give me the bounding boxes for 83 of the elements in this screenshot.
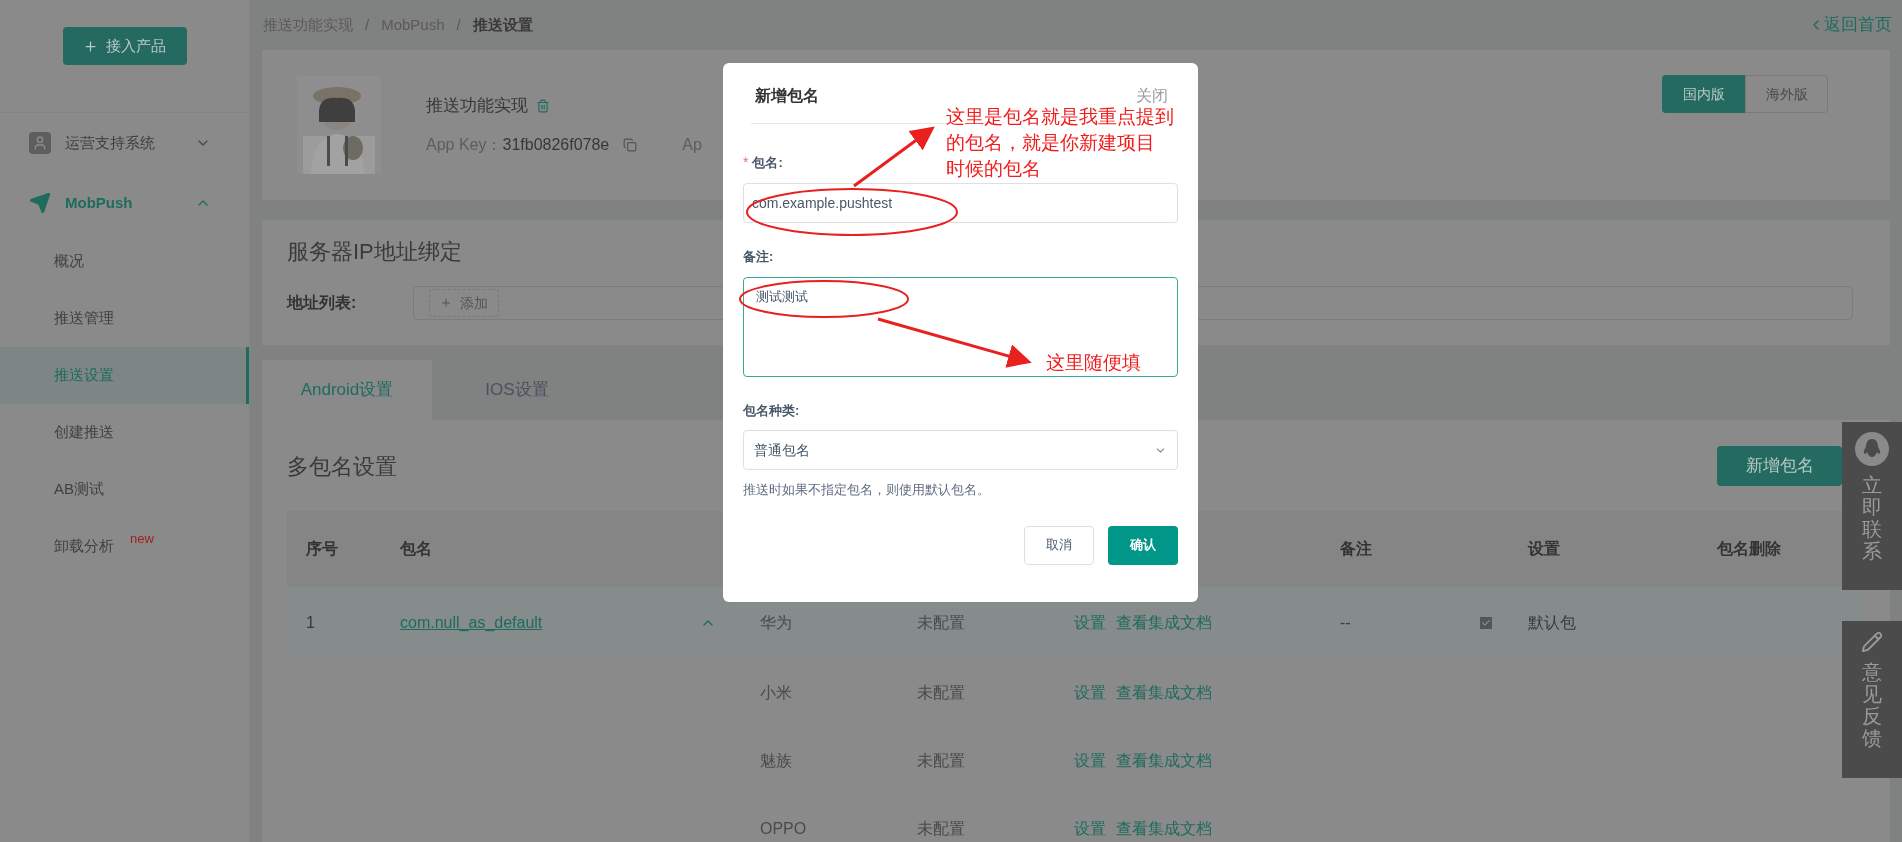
note-value: 测试测试 xyxy=(756,288,808,304)
section-title: 服务器IP地址绑定 xyxy=(287,238,462,266)
menu-item-label: 推送管理 xyxy=(54,308,114,329)
region-toggle[interactable]: 海外版 xyxy=(1745,75,1828,113)
menu-group[interactable]: 运营支持系统 xyxy=(0,113,249,173)
table-cell-text: 小米 xyxy=(760,683,793,703)
paper-plane-icon xyxy=(29,192,51,214)
table-cell-text: 1 xyxy=(305,612,316,633)
menu-item[interactable]: 推送管理 xyxy=(0,290,249,347)
menu-group-label: MobPush xyxy=(65,192,133,213)
table-link[interactable]: 查看集成文档 xyxy=(1116,681,1212,705)
menu-item-label: 推送设置 xyxy=(54,365,114,386)
annotation-text: 这里是包名就是我重点提到 的包名，就是你新建项目 时候的包名 xyxy=(946,105,1174,181)
floating-button-label: 意见反馈 xyxy=(1862,661,1882,749)
breadcrumb-separator: / xyxy=(456,14,461,35)
table-link[interactable]: 设置 xyxy=(1074,749,1106,773)
package-link[interactable]: com.null_as_default xyxy=(400,610,700,635)
plus-icon xyxy=(440,297,452,309)
menu-item[interactable]: AB测试 xyxy=(0,461,249,518)
close-button[interactable]: 关闭 xyxy=(1136,84,1168,108)
breadcrumb-link[interactable]: 推送设置 xyxy=(472,13,533,37)
menu-item[interactable]: 卸载分析 new xyxy=(0,518,249,575)
table-cell-text: 未配置 xyxy=(917,819,966,839)
trash-icon[interactable] xyxy=(536,99,550,113)
menu-item[interactable]: 推送设置 xyxy=(0,347,249,404)
required-asterisk: * xyxy=(743,153,749,172)
table-cell-text: 未配置 xyxy=(917,612,966,633)
column-header: 备注 xyxy=(1340,538,1373,559)
table-link[interactable]: 查看集成文档 xyxy=(1116,817,1212,841)
menu-item-label: 概况 xyxy=(54,251,84,272)
penguin-icon xyxy=(1855,432,1889,466)
field-label: 包名种类: xyxy=(743,401,800,420)
floating-button[interactable]: 立即联系 xyxy=(1842,422,1902,590)
annotation-text: 这里随便填 xyxy=(1046,351,1141,375)
column-header: 包名 xyxy=(400,538,433,559)
menu-item[interactable]: 创建推送 xyxy=(0,404,249,461)
cancel-button[interactable]: 取消 xyxy=(1024,525,1094,565)
region-toggle[interactable]: 国内版 xyxy=(1662,75,1745,113)
table-cell-text: -- xyxy=(1340,612,1352,633)
column-header: 序号 xyxy=(305,538,339,559)
add-package-button[interactable]: 新增包名 xyxy=(1717,446,1842,486)
breadcrumb-separator: / xyxy=(365,14,370,35)
new-label: new xyxy=(130,529,154,548)
menu-item-label: 创建推送 xyxy=(54,422,114,443)
back-home-link[interactable]: 返回首页 xyxy=(1808,12,1892,38)
table-cell-text: 未配置 xyxy=(917,751,966,771)
menu-item[interactable]: 概况 xyxy=(0,233,249,290)
column-header: 包名删除 xyxy=(1717,538,1782,559)
table-link[interactable]: 查看集成文档 xyxy=(1116,610,1212,635)
user-icon xyxy=(29,132,51,154)
table-cell-text: 魅族 xyxy=(760,751,793,771)
menu-item-label: AB测试 xyxy=(54,479,104,500)
floating-button-label: 立即联系 xyxy=(1862,474,1882,562)
hint-text: 推送时如果不指定包名，则使用默认包名。 xyxy=(743,481,991,499)
table-link[interactable]: 设置 xyxy=(1074,817,1106,841)
table-link[interactable]: 查看集成文档 xyxy=(1116,749,1212,773)
dialog-title: 新增包名 xyxy=(755,86,819,106)
package-type-select[interactable]: 普通包名 xyxy=(743,430,1178,470)
field-label: 备注: xyxy=(743,248,774,266)
package-name-field[interactable]: com.example.pushtest xyxy=(743,183,1178,223)
table-cell-text: 未配置 xyxy=(917,683,966,703)
plus-icon xyxy=(83,38,98,54)
default-checkbox[interactable] xyxy=(1480,616,1492,629)
floating-button[interactable]: 意见反馈 xyxy=(1842,621,1902,778)
address-list-label: 地址列表: xyxy=(287,293,358,313)
app-name: 推送功能实现 xyxy=(426,95,528,118)
table-link[interactable]: 设置 xyxy=(1074,681,1106,705)
add-product-button[interactable]: 接入产品 xyxy=(62,27,187,65)
menu-group[interactable]: MobPush xyxy=(0,173,249,233)
table-cell-text: 华为 xyxy=(760,612,793,633)
table-link[interactable]: 设置 xyxy=(1074,610,1106,635)
confirm-button[interactable]: 确认 xyxy=(1108,525,1178,565)
column-header: 设置 xyxy=(1528,538,1561,559)
pen-icon xyxy=(1861,631,1883,653)
menu-group-label: 运营支持系统 xyxy=(65,132,155,153)
copy-icon[interactable] xyxy=(623,137,638,152)
menu-item-label: 卸载分析 xyxy=(54,536,114,557)
field-label: 包名: xyxy=(752,153,783,172)
section-title: 多包名设置 xyxy=(287,452,397,481)
tab[interactable]: Android设置 xyxy=(262,360,432,420)
table-cell-text: 默认包 xyxy=(1528,612,1577,633)
table-cell-text: OPPO xyxy=(760,819,808,839)
app-key-value: 31fb0826f078e xyxy=(502,134,610,155)
